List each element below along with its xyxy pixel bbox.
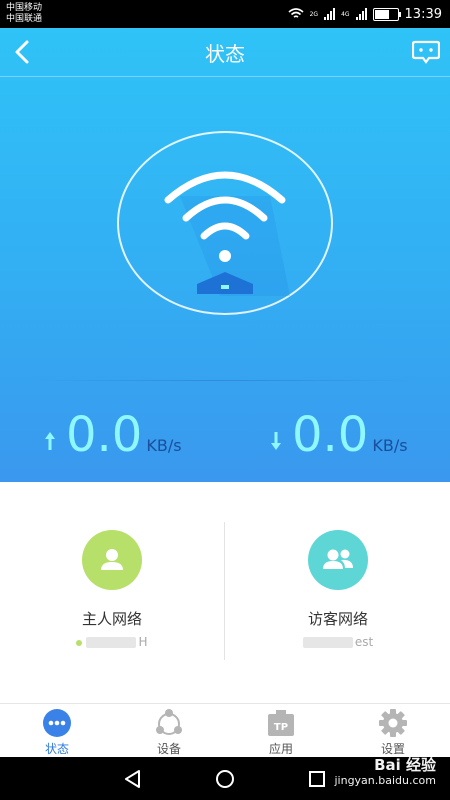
wifi-router-icon bbox=[164, 171, 290, 296]
signal-icon-2 bbox=[355, 8, 367, 20]
dots-icon bbox=[43, 709, 71, 737]
network-tag-2: 4G bbox=[341, 10, 350, 18]
nav-home-icon[interactable] bbox=[214, 768, 236, 790]
tab-settings-label: 设置 bbox=[380, 742, 405, 756]
download-speed: 0.0 KB/s bbox=[270, 406, 408, 466]
redacted-ssid bbox=[302, 637, 353, 648]
gear-icon bbox=[379, 709, 407, 737]
page-title: 状态 bbox=[205, 42, 245, 66]
tab-settings[interactable]: 设置 bbox=[353, 708, 433, 757]
wifi-status-icon bbox=[288, 8, 304, 18]
guest-network-label: 访客网络 bbox=[307, 610, 368, 628]
svg-text:TP: TP bbox=[274, 722, 288, 733]
network-tag-1: 2G bbox=[309, 10, 319, 18]
tab-devices[interactable]: 设备 bbox=[129, 708, 209, 757]
watermark-line-1: Bai 经验 bbox=[374, 756, 436, 774]
download-arrow-icon bbox=[271, 432, 281, 450]
tab-status[interactable]: 状态 bbox=[17, 708, 97, 757]
upload-speed-value: 0.0 bbox=[66, 407, 143, 463]
redacted-ssid bbox=[86, 637, 137, 648]
tab-devices-label: 设备 bbox=[156, 742, 181, 756]
status-hero: 状态 0.0 KB/s 0.0 KB/s bbox=[0, 28, 450, 482]
baidu-watermark: Bai 经验 jingyan.baidu.com bbox=[334, 757, 436, 789]
watermark-line-2: jingyan.baidu.com bbox=[334, 774, 436, 787]
upload-speed: 0.0 KB/s bbox=[44, 406, 182, 466]
guest-network-ssid: est bbox=[268, 635, 408, 651]
nav-back-icon[interactable] bbox=[122, 768, 144, 790]
devices-icon bbox=[156, 709, 182, 735]
carrier-1: 中国移动 bbox=[6, 3, 43, 13]
download-speed-unit: KB/s bbox=[372, 436, 408, 455]
tp-app-icon: TP bbox=[268, 710, 294, 736]
host-network-label: 主人网络 bbox=[81, 610, 142, 628]
host-network-avatar bbox=[82, 530, 142, 590]
people-icon bbox=[323, 549, 353, 569]
download-speed-value: 0.0 bbox=[292, 407, 369, 463]
battery-icon bbox=[372, 7, 401, 21]
app-header: 状态 bbox=[0, 28, 450, 77]
host-network[interactable]: 主人网络 H bbox=[42, 530, 182, 651]
upload-arrow-icon bbox=[45, 432, 55, 450]
nav-recents-icon[interactable] bbox=[306, 768, 328, 790]
status-bar: 中国移动 中国联通 2G 4G 13:39 bbox=[0, 0, 450, 28]
clock: 13:39 bbox=[404, 6, 442, 22]
guest-network-avatar bbox=[308, 530, 368, 590]
online-dot bbox=[76, 639, 83, 646]
carrier-2: 中国联通 bbox=[6, 14, 43, 24]
tab-status-label: 状态 bbox=[44, 742, 69, 756]
signal-icon-1 bbox=[324, 8, 336, 20]
message-icon[interactable] bbox=[412, 40, 440, 64]
person-icon bbox=[101, 549, 123, 570]
guest-network[interactable]: 访客网络 est bbox=[268, 530, 408, 651]
tab-apps[interactable]: TP 应用 bbox=[241, 708, 321, 757]
network-divider bbox=[224, 522, 225, 660]
tab-apps-label: 应用 bbox=[268, 742, 293, 756]
hero-divider bbox=[30, 380, 420, 381]
bottom-tab-bar: 状态 设备 TP 应用 设置 bbox=[0, 703, 450, 758]
host-network-ssid: H bbox=[42, 635, 182, 651]
upload-speed-unit: KB/s bbox=[146, 436, 182, 455]
